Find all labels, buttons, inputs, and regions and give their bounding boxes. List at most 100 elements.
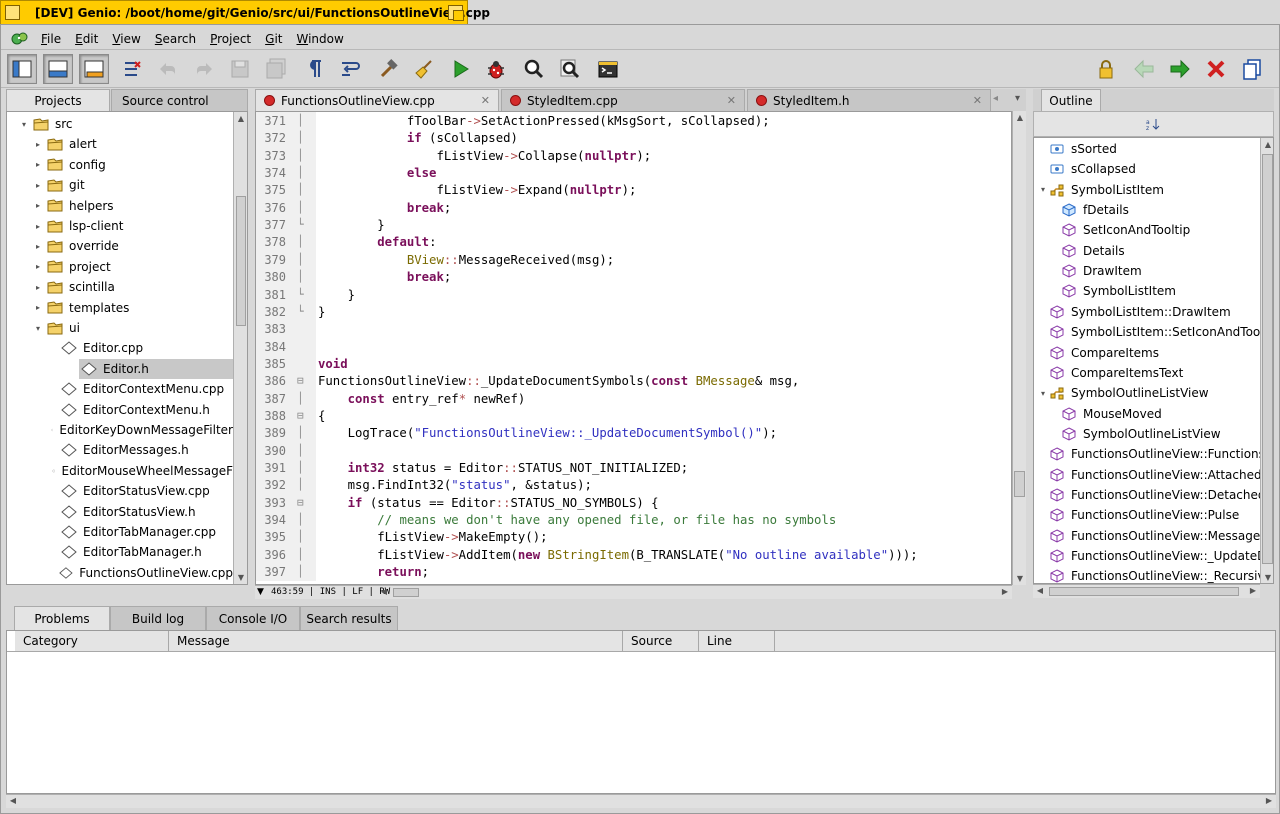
expand-right-icon[interactable]: ▸	[33, 262, 43, 271]
outline-item[interactable]: ▾ SymbolListItem	[1038, 180, 1164, 200]
debug-button[interactable]	[481, 54, 511, 84]
expand-right-icon[interactable]: ▸	[33, 303, 43, 312]
editor-tab[interactable]: StyledItem.cpp ✕	[501, 89, 745, 111]
tree-folder[interactable]: ▸ git	[7, 175, 233, 195]
outline-hscroll[interactable]: ◀ ▶	[1033, 584, 1260, 598]
outline-item[interactable]: ▾ SymbolOutlineListView	[1038, 383, 1209, 403]
outline-item[interactable]: MouseMoved	[1062, 404, 1162, 424]
menu-search[interactable]: Search	[155, 32, 196, 46]
scroll-left-icon[interactable]: ◀	[1033, 586, 1047, 595]
code-editor[interactable]: 371 │ 372 │ 373 │ 374 │ 375 │ 376 │ 377 └ 378 │ 379 │ 380 │…	[255, 111, 1012, 585]
outline-item[interactable]: SymbolListItem::DrawItem	[1050, 302, 1231, 322]
problems-hscroll[interactable]: ◀ ▶	[6, 794, 1276, 808]
diff-button[interactable]	[117, 54, 147, 84]
expand-down-icon[interactable]: ▾	[33, 324, 43, 333]
tree-folder[interactable]: ▸ project	[7, 257, 233, 277]
expand-right-icon[interactable]: ▸	[33, 201, 43, 210]
outline-item[interactable]: SymbolOutlineListView	[1062, 424, 1221, 444]
expand-down-icon[interactable]: ▾	[1038, 389, 1048, 398]
tree-folder[interactable]: ▸ templates	[7, 298, 233, 318]
editor-vscrollbar[interactable]: ▲ ▼	[1012, 111, 1026, 585]
expand-right-icon[interactable]: ▸	[33, 222, 43, 231]
build-button[interactable]	[373, 54, 403, 84]
tab-outline[interactable]: Outline	[1041, 89, 1101, 111]
outline-item[interactable]: sCollapsed	[1050, 159, 1136, 179]
tree-file[interactable]: EditorKeyDownMessageFilter	[7, 420, 233, 440]
tree-folder[interactable]: ▸ alert	[7, 134, 233, 154]
tree-file[interactable]: Editor.h	[79, 358, 233, 379]
find-button[interactable]	[519, 54, 549, 84]
run-button[interactable]	[445, 54, 475, 84]
tree-file[interactable]: FunctionsOutlineView.cpp	[7, 563, 233, 583]
window-zoom-button[interactable]	[448, 5, 464, 21]
column-line[interactable]: Line	[699, 631, 775, 651]
show-editor-button[interactable]	[79, 54, 109, 84]
outline-item[interactable]: FunctionsOutlineView::AttachedToW	[1050, 465, 1260, 485]
tab-scroll-left-icon[interactable]: ◂	[993, 93, 998, 104]
wrap-button[interactable]	[335, 54, 365, 84]
tree-folder[interactable]: ▸ override	[7, 236, 233, 256]
hscroll-thumb[interactable]	[393, 588, 419, 597]
menu-view[interactable]: View	[112, 32, 140, 46]
scroll-left-icon[interactable]: ◀	[377, 587, 391, 596]
tab-source-control[interactable]: Source control	[111, 89, 248, 111]
expand-right-icon[interactable]: ▸	[33, 181, 43, 190]
column-message[interactable]: Message	[169, 631, 623, 651]
show-output-button[interactable]	[43, 54, 73, 84]
tree-file[interactable]: Editor.cpp	[7, 338, 233, 358]
back-button[interactable]	[1129, 54, 1159, 84]
scroll-thumb[interactable]	[1262, 154, 1273, 564]
tab-search-results[interactable]: Search results	[300, 606, 398, 630]
sort-icon[interactable]: az	[1146, 117, 1160, 131]
outline-item[interactable]: FunctionsOutlineView::_UpdateDoc	[1050, 546, 1260, 566]
window-close-button[interactable]	[5, 5, 20, 20]
column-category[interactable]: Category	[15, 631, 169, 651]
show-projects-button[interactable]	[7, 54, 37, 84]
genio-app-icon[interactable]	[11, 31, 29, 47]
expand-right-icon[interactable]: ▸	[33, 242, 43, 251]
outline-item[interactable]: FunctionsOutlineView::FunctionsOu	[1050, 444, 1260, 464]
show-whitespace-button[interactable]	[299, 54, 329, 84]
scroll-right-icon[interactable]: ▶	[1262, 796, 1276, 805]
scroll-right-icon[interactable]: ▶	[998, 587, 1012, 596]
tree-file[interactable]: EditorStatusView.cpp	[7, 481, 233, 501]
editor-tab[interactable]: StyledItem.h ✕	[747, 89, 991, 111]
outline-item[interactable]: Details	[1062, 241, 1125, 261]
project-tree-scrollbar[interactable]: ▲ ▼	[233, 112, 247, 584]
outline-item[interactable]: fDetails	[1062, 200, 1129, 220]
expand-right-icon[interactable]: ▸	[33, 283, 43, 292]
scroll-right-icon[interactable]: ▶	[1246, 586, 1260, 595]
outline-scrollbar[interactable]: ▲ ▼	[1260, 138, 1273, 583]
scroll-down-icon[interactable]: ▼	[1013, 574, 1027, 583]
save-button[interactable]	[225, 54, 255, 84]
hscroll-thumb[interactable]	[1049, 587, 1239, 596]
menu-project[interactable]: Project	[210, 32, 251, 46]
tab-close-icon[interactable]: ✕	[481, 94, 490, 107]
undo-button[interactable]	[153, 54, 183, 84]
outline-item[interactable]: FunctionsOutlineView::DetachedFro	[1050, 485, 1260, 505]
expand-down-icon[interactable]: ▾	[1038, 185, 1048, 194]
scroll-down-icon[interactable]: ▼	[1261, 573, 1273, 582]
menu-edit[interactable]: Edit	[75, 32, 98, 46]
expand-right-icon[interactable]: ▸	[33, 140, 43, 149]
outline-item[interactable]: CompareItemsText	[1050, 363, 1183, 383]
file-list-button[interactable]	[1237, 54, 1267, 84]
menu-file[interactable]: File	[41, 32, 61, 46]
lock-button[interactable]	[1091, 54, 1121, 84]
menu-git[interactable]: Git	[265, 32, 282, 46]
tree-file[interactable]: EditorMouseWheelMessageF	[7, 461, 233, 481]
menu-window[interactable]: Window	[296, 32, 343, 46]
save-all-button[interactable]	[261, 54, 291, 84]
scroll-up-icon[interactable]: ▲	[1261, 140, 1273, 149]
terminal-button[interactable]	[593, 54, 623, 84]
editor-tab[interactable]: FunctionsOutlineView.cpp ✕	[255, 89, 499, 111]
outline-item[interactable]: FunctionsOutlineView::MessageRec	[1050, 526, 1260, 546]
find-in-files-button[interactable]	[555, 54, 585, 84]
outline-item[interactable]: sSorted	[1050, 139, 1117, 159]
outline-item[interactable]: FunctionsOutlineView::Pulse	[1050, 505, 1239, 525]
outline-item[interactable]: SymbolListItem	[1062, 281, 1176, 301]
editor-menu-icon[interactable]: ▼	[257, 587, 264, 597]
outline-item[interactable]: DrawItem	[1062, 261, 1142, 281]
column-source[interactable]: Source	[623, 631, 699, 651]
clean-button[interactable]	[409, 54, 439, 84]
